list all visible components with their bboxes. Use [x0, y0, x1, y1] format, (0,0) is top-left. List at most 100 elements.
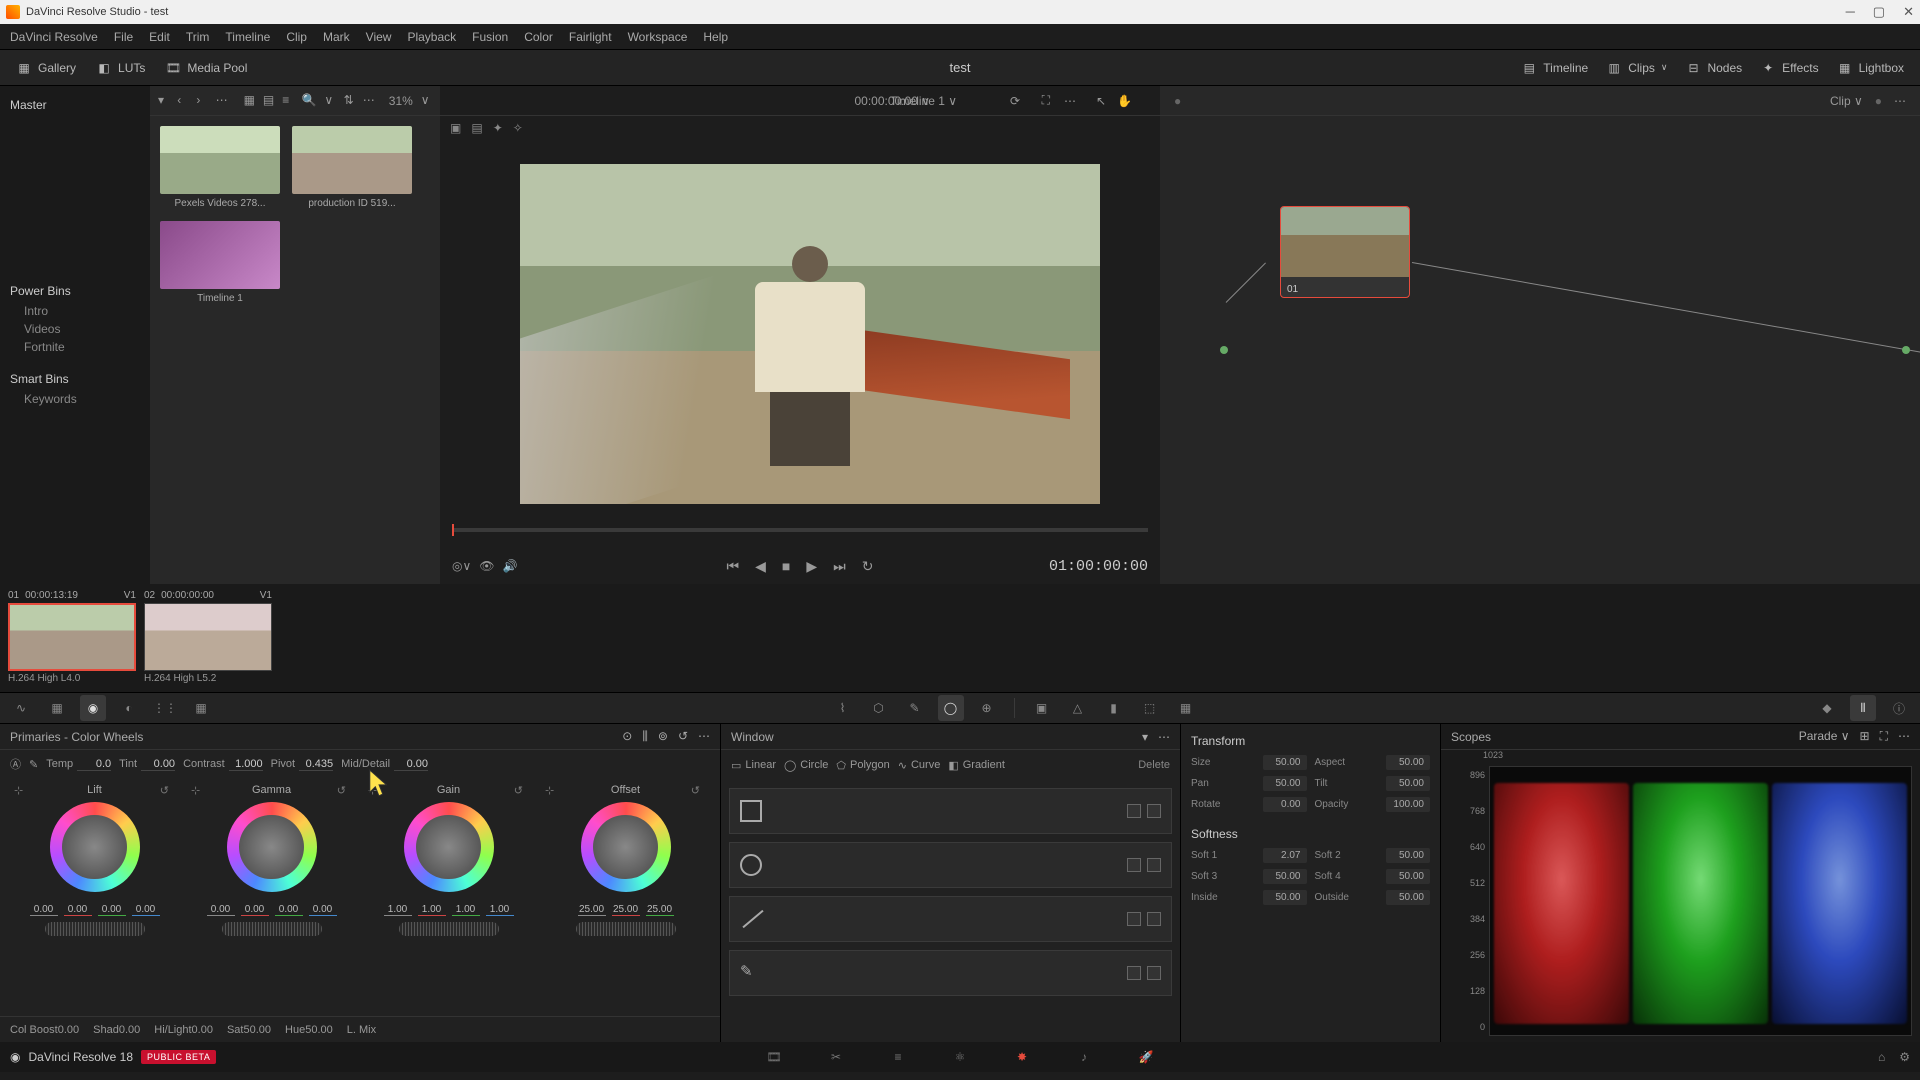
wheel-value[interactable]: 0.00 [132, 904, 160, 916]
sat-value[interactable]: 50.00 [243, 1024, 271, 1036]
step-back-button[interactable]: ◀ [755, 558, 766, 575]
menu-help[interactable]: Help [703, 30, 728, 44]
node-output-dot[interactable] [1902, 346, 1910, 354]
color-wheel[interactable] [581, 802, 671, 892]
reset-icon[interactable]: ↺ [337, 784, 346, 797]
color-wheel[interactable] [50, 802, 140, 892]
effects-button[interactable]: ✦Effects [1754, 56, 1824, 80]
scopes-mode-dropdown[interactable]: Parade ∨ [1799, 729, 1850, 744]
viewer-expand-icon[interactable]: ⛶ [1042, 93, 1050, 108]
window-item-linear[interactable] [729, 788, 1172, 834]
power-bin-intro[interactable]: Intro [10, 304, 140, 318]
node-more-icon[interactable]: ⋯ [1894, 94, 1906, 108]
more-icon[interactable]: ⋯ [216, 93, 228, 109]
pivot-value[interactable]: 0.435 [299, 758, 333, 771]
sort-icon[interactable]: ⇅ [344, 93, 355, 109]
zoom-level[interactable]: 31% [389, 94, 413, 108]
viewer-audio-icon[interactable]: 🔊 [503, 559, 518, 573]
wheel-value[interactable]: 1.00 [418, 904, 446, 916]
color-wheel[interactable] [404, 802, 494, 892]
page-deliver[interactable]: 🚀 [1136, 1047, 1156, 1067]
wheel-value[interactable]: 25.00 [646, 904, 674, 916]
picker-icon[interactable]: ⊹ [545, 784, 554, 797]
viewer-loop-icon[interactable]: ◎∨ [452, 559, 471, 573]
stop-button[interactable]: ■ [782, 558, 790, 575]
shape-curve[interactable]: ∿ Curve [898, 759, 941, 772]
wheel-value[interactable]: 0.00 [207, 904, 235, 916]
play-button[interactable]: ▶ [806, 558, 817, 575]
wheel-value[interactable]: 0.00 [275, 904, 303, 916]
temp-value[interactable]: 0.0 [77, 758, 111, 771]
info-icon[interactable]: ⓘ [1886, 695, 1912, 721]
scopes-expand-icon[interactable]: ⛶ [1880, 729, 1888, 744]
motion-tool-icon[interactable]: ▦ [188, 695, 214, 721]
blur-icon[interactable]: △ [1065, 695, 1091, 721]
page-fairlight[interactable]: ♪ [1074, 1047, 1094, 1067]
wheel-value[interactable]: 1.00 [384, 904, 412, 916]
keyframe-icon[interactable]: ◆ [1814, 695, 1840, 721]
wheel-value[interactable]: 25.00 [578, 904, 606, 916]
window-tool-icon[interactable]: ◯ [938, 695, 964, 721]
sizing-icon[interactable]: ⬚ [1137, 695, 1163, 721]
lightbox-button[interactable]: ▦Lightbox [1831, 56, 1910, 80]
viewer-more-icon[interactable]: ⋯ [1064, 94, 1076, 108]
scopes-cw-icon[interactable]: ⊞ [1860, 729, 1870, 744]
softness-value[interactable]: 50.00 [1386, 869, 1430, 884]
auto-balance-icon[interactable]: Ⓐ [10, 756, 21, 772]
menu-fusion[interactable]: Fusion [472, 30, 508, 44]
corrector-node[interactable]: 01 [1280, 206, 1410, 298]
wheels-more-icon[interactable]: ⋯ [698, 729, 710, 744]
wheels-mode-1-icon[interactable]: ⊙ [622, 729, 632, 744]
qualifier-tool-icon[interactable]: ▦ [44, 695, 70, 721]
go-last-button[interactable]: ⏭ [833, 558, 846, 575]
tracker-icon[interactable]: ⊕ [974, 695, 1000, 721]
jog-wheel[interactable] [576, 922, 676, 936]
colboost-value[interactable]: 0.00 [58, 1024, 79, 1036]
clip-thumbnail[interactable]: 0100:00:13:19V1 H.264 High L4.0 [8, 590, 136, 686]
window-delete-button[interactable]: Delete [1138, 759, 1170, 771]
window-item-circle[interactable] [729, 842, 1172, 888]
wheels-mode-2-icon[interactable]: ⫼ [642, 729, 648, 744]
power-bin-fortnite[interactable]: Fortnite [10, 340, 140, 354]
luts-button[interactable]: ◧LUTs [90, 56, 151, 80]
gallery-button[interactable]: ▦Gallery [10, 56, 82, 80]
wand-icon[interactable]: ✧ [513, 121, 523, 135]
window-maximize[interactable]: ▢ [1873, 4, 1885, 20]
nodes-button[interactable]: ⊟Nodes [1679, 56, 1748, 80]
menu-edit[interactable]: Edit [149, 30, 170, 44]
reset-icon[interactable]: ↺ [691, 784, 700, 797]
hdr-tool-icon[interactable]: ◐ [116, 695, 142, 721]
reset-icon[interactable]: ↺ [514, 784, 523, 797]
power-bin-videos[interactable]: Videos [10, 322, 140, 336]
softness-value[interactable]: 50.00 [1386, 848, 1430, 863]
softness-value[interactable]: 50.00 [1263, 869, 1307, 884]
window-item-line[interactable] [729, 896, 1172, 942]
window-more-icon[interactable]: ⋯ [1158, 730, 1170, 744]
transform-value[interactable]: 100.00 [1386, 797, 1430, 812]
page-edit[interactable]: ≡ [888, 1047, 908, 1067]
viewer-timecode-header[interactable]: 00:00:00:00 ∨ [854, 94, 930, 108]
shape-polygon[interactable]: ⬠ Polygon [836, 759, 889, 772]
reset-icon[interactable]: ↺ [160, 784, 169, 797]
page-fusion[interactable]: ⚛ [950, 1047, 970, 1067]
menu-playback[interactable]: Playback [407, 30, 456, 44]
node-clip-dropdown[interactable]: Clip ∨ [1830, 94, 1863, 108]
scopes-tool-icon[interactable]: ⫴ [1850, 695, 1876, 721]
node-input-dot[interactable] [1220, 346, 1228, 354]
wheel-value[interactable]: 1.00 [452, 904, 480, 916]
wheel-value[interactable]: 0.00 [64, 904, 92, 916]
menu-mark[interactable]: Mark [323, 30, 350, 44]
view-thumb-icon[interactable]: ▦ [244, 93, 255, 109]
transform-value[interactable]: 0.00 [1263, 797, 1307, 812]
wheel-value[interactable]: 0.00 [241, 904, 269, 916]
picker-icon[interactable]: ⊹ [14, 784, 23, 797]
nav-fwd-icon[interactable]: › [196, 93, 207, 109]
split-mode-icon[interactable]: ▤ [471, 121, 482, 135]
menu-timeline[interactable]: Timeline [225, 30, 270, 44]
jog-wheel[interactable] [222, 922, 322, 936]
middetail-value[interactable]: 0.00 [394, 758, 428, 771]
jog-wheel[interactable] [399, 922, 499, 936]
search-icon[interactable]: 🔍 [301, 93, 316, 109]
clip-thumbnail[interactable]: 0200:00:00:00V1 H.264 High L5.2 [144, 590, 272, 686]
window-minimize[interactable]: ─ [1846, 4, 1855, 20]
